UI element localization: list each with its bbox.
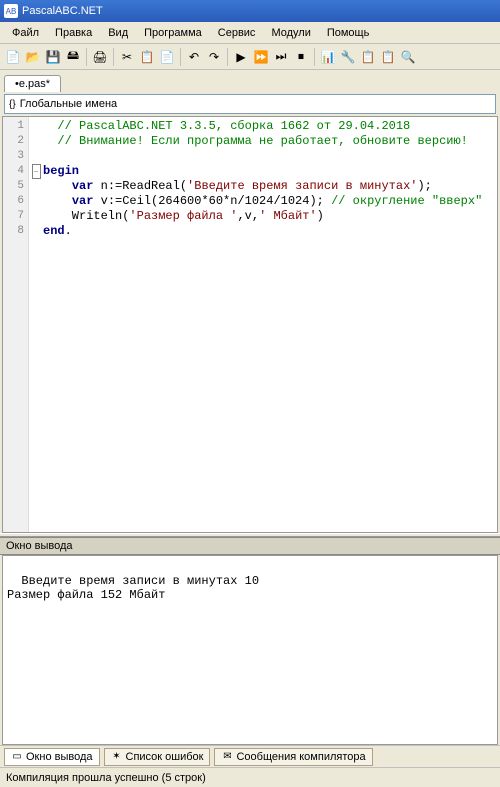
toolbar-button-2[interactable]: 💾 xyxy=(44,48,62,66)
toolbar-separator xyxy=(86,48,87,66)
bottom-tab-icon: ▭ xyxy=(11,751,23,763)
line-number: 7 xyxy=(3,209,28,224)
menu-modules[interactable]: Модули xyxy=(263,25,318,41)
toolbar-button-5[interactable]: 🖨 xyxy=(91,48,109,66)
bottom-tab-icon: ✶ xyxy=(111,751,123,763)
output-header-label: Окно вывода xyxy=(6,540,73,552)
output-panel[interactable]: Введите время записи в минутах 10 Размер… xyxy=(2,555,498,745)
bottom-tab-2[interactable]: ✉Сообщения компилятора xyxy=(214,748,372,766)
line-number: 6 xyxy=(3,194,28,209)
toolbar-separator xyxy=(227,48,228,66)
statusbar: Компиляция прошла успешно (5 строк) xyxy=(0,767,500,787)
toolbar: 📄📂💾🖴🖨✂📋📄↶↷▶⏩⏭⏹📊🔧📋📋🔍 xyxy=(0,44,500,70)
toolbar-button-7[interactable]: ✂ xyxy=(118,48,136,66)
toolbar-button-19[interactable]: 📊 xyxy=(319,48,337,66)
code-line[interactable]: // PascalABC.NET 3.3.5, сборка 1662 от 2… xyxy=(43,119,497,134)
code-area[interactable]: // PascalABC.NET 3.3.5, сборка 1662 от 2… xyxy=(43,117,497,532)
code-line[interactable]: begin xyxy=(43,164,497,179)
toolbar-separator xyxy=(113,48,114,66)
menubar: Файл Правка Вид Программа Сервис Модули … xyxy=(0,22,500,44)
line-number: 8 xyxy=(3,224,28,239)
bottom-tabs: ▭Окно вывода✶Список ошибок✉Сообщения ком… xyxy=(0,745,500,767)
menu-help[interactable]: Помощь xyxy=(319,25,378,41)
toolbar-button-3[interactable]: 🖴 xyxy=(64,48,82,66)
toolbar-button-23[interactable]: 🔍 xyxy=(399,48,417,66)
fold-cell xyxy=(29,149,43,164)
output-text: Введите время записи в минутах 10 Размер… xyxy=(7,574,259,602)
output-header: Окно вывода xyxy=(0,537,500,555)
bottom-tab-0[interactable]: ▭Окно вывода xyxy=(4,748,100,766)
toolbar-button-16[interactable]: ⏭ xyxy=(272,48,290,66)
line-number: 3 xyxy=(3,149,28,164)
names-dropdown[interactable]: {} Глобальные имена xyxy=(4,94,496,114)
line-gutter: 12345678 xyxy=(3,117,29,532)
toolbar-button-22[interactable]: 📋 xyxy=(379,48,397,66)
bottom-tab-label: Сообщения компилятора xyxy=(236,751,365,763)
line-number: 2 xyxy=(3,134,28,149)
toolbar-button-1[interactable]: 📂 xyxy=(24,48,42,66)
code-line[interactable]: end. xyxy=(43,224,497,239)
fold-column: − xyxy=(29,117,43,532)
toolbar-button-9[interactable]: 📄 xyxy=(158,48,176,66)
names-dropdown-label: Глобальные имена xyxy=(20,98,118,110)
toolbar-separator xyxy=(180,48,181,66)
fold-cell xyxy=(29,179,43,194)
fold-cell xyxy=(29,194,43,209)
toolbar-button-12[interactable]: ↷ xyxy=(205,48,223,66)
line-number: 4 xyxy=(3,164,28,179)
editor-tabs: •e.pas* xyxy=(0,70,500,92)
window-titlebar: AB PascalABC.NET xyxy=(0,0,500,22)
code-line[interactable] xyxy=(43,149,497,164)
toolbar-button-20[interactable]: 🔧 xyxy=(339,48,357,66)
line-number: 1 xyxy=(3,119,28,134)
toolbar-button-11[interactable]: ↶ xyxy=(185,48,203,66)
code-line[interactable]: var v:=Ceil(264600*60*n/1024/1024); // о… xyxy=(43,194,497,209)
fold-cell xyxy=(29,134,43,149)
toolbar-button-8[interactable]: 📋 xyxy=(138,48,156,66)
code-line[interactable]: Writeln('Размер файла ',v,' Мбайт') xyxy=(43,209,497,224)
bottom-tab-1[interactable]: ✶Список ошибок xyxy=(104,748,211,766)
file-tab-label: •e.pas* xyxy=(15,78,50,90)
bottom-tab-label: Окно вывода xyxy=(26,751,93,763)
code-line[interactable]: var n:=ReadReal('Введите время записи в … xyxy=(43,179,497,194)
bottom-tab-icon: ✉ xyxy=(221,751,233,763)
toolbar-button-15[interactable]: ⏩ xyxy=(252,48,270,66)
fold-cell: − xyxy=(29,164,43,179)
toolbar-button-14[interactable]: ▶ xyxy=(232,48,250,66)
fold-cell xyxy=(29,224,43,239)
app-icon: AB xyxy=(4,4,18,18)
fold-toggle-icon[interactable]: − xyxy=(32,164,41,179)
menu-program[interactable]: Программа xyxy=(136,25,210,41)
line-number: 5 xyxy=(3,179,28,194)
toolbar-separator xyxy=(314,48,315,66)
code-line[interactable]: // Внимание! Если программа не работает,… xyxy=(43,134,497,149)
bottom-tab-label: Список ошибок xyxy=(126,751,204,763)
menu-service[interactable]: Сервис xyxy=(210,25,264,41)
menu-file[interactable]: Файл xyxy=(4,25,47,41)
toolbar-button-17[interactable]: ⏹ xyxy=(292,48,310,66)
fold-cell xyxy=(29,119,43,134)
fold-cell xyxy=(29,209,43,224)
menu-edit[interactable]: Правка xyxy=(47,25,100,41)
window-title: PascalABC.NET xyxy=(22,5,103,17)
braces-icon: {} xyxy=(9,99,16,110)
menu-view[interactable]: Вид xyxy=(100,25,136,41)
toolbar-button-0[interactable]: 📄 xyxy=(4,48,22,66)
file-tab[interactable]: •e.pas* xyxy=(4,75,61,92)
toolbar-button-21[interactable]: 📋 xyxy=(359,48,377,66)
code-editor[interactable]: 12345678 − // PascalABC.NET 3.3.5, сборк… xyxy=(2,116,498,533)
status-text: Компиляция прошла успешно (5 строк) xyxy=(6,772,206,784)
